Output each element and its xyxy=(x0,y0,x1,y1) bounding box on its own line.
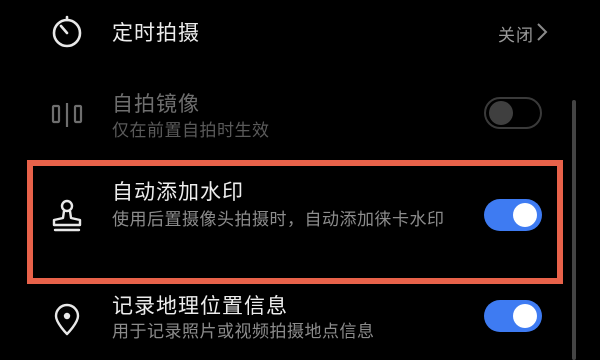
setting-title-mirror: 自拍镜像 xyxy=(112,92,200,116)
scrollbar[interactable] xyxy=(572,100,576,360)
toggle-knob xyxy=(513,304,537,328)
watermark-toggle[interactable] xyxy=(484,199,542,231)
setting-subtitle-mirror: 仅在前置自拍时生效 xyxy=(112,121,270,141)
timer-value: 关闭 xyxy=(498,26,534,46)
mirror-toggle[interactable] xyxy=(484,97,542,129)
chevron-right-icon xyxy=(537,23,548,41)
setting-row-mirror[interactable]: 自拍镜像 仅在前置自拍时生效 xyxy=(0,80,570,150)
setting-row-location[interactable]: 记录地理位置信息 用于记录照片或视频拍摄地点信息 xyxy=(0,283,570,360)
location-pin-icon xyxy=(54,303,80,336)
setting-title-location: 记录地理位置信息 xyxy=(112,294,288,318)
mirror-icon xyxy=(51,103,83,127)
location-toggle[interactable] xyxy=(484,300,542,332)
setting-title-timer: 定时拍摄 xyxy=(112,21,200,45)
setting-row-timer[interactable]: 定时拍摄 关闭 xyxy=(0,0,570,70)
setting-subtitle-watermark: 使用后置摄像头拍摄时，自动添加徕卡水印 xyxy=(112,210,445,230)
setting-row-watermark[interactable]: 自动添加水印 使用后置摄像头拍摄时，自动添加徕卡水印 xyxy=(0,165,570,275)
setting-subtitle-location: 用于记录照片或视频拍摄地点信息 xyxy=(112,322,375,342)
toggle-knob xyxy=(489,101,513,125)
stamp-icon xyxy=(52,199,82,232)
toggle-knob xyxy=(513,203,537,227)
timer-icon xyxy=(52,15,82,48)
setting-title-watermark: 自动添加水印 xyxy=(112,180,244,204)
camera-settings-screen: 定时拍摄 关闭 自拍镜像 仅在前置自拍时生效 自动添加水印 使用后置摄像头拍摄时… xyxy=(0,0,600,360)
